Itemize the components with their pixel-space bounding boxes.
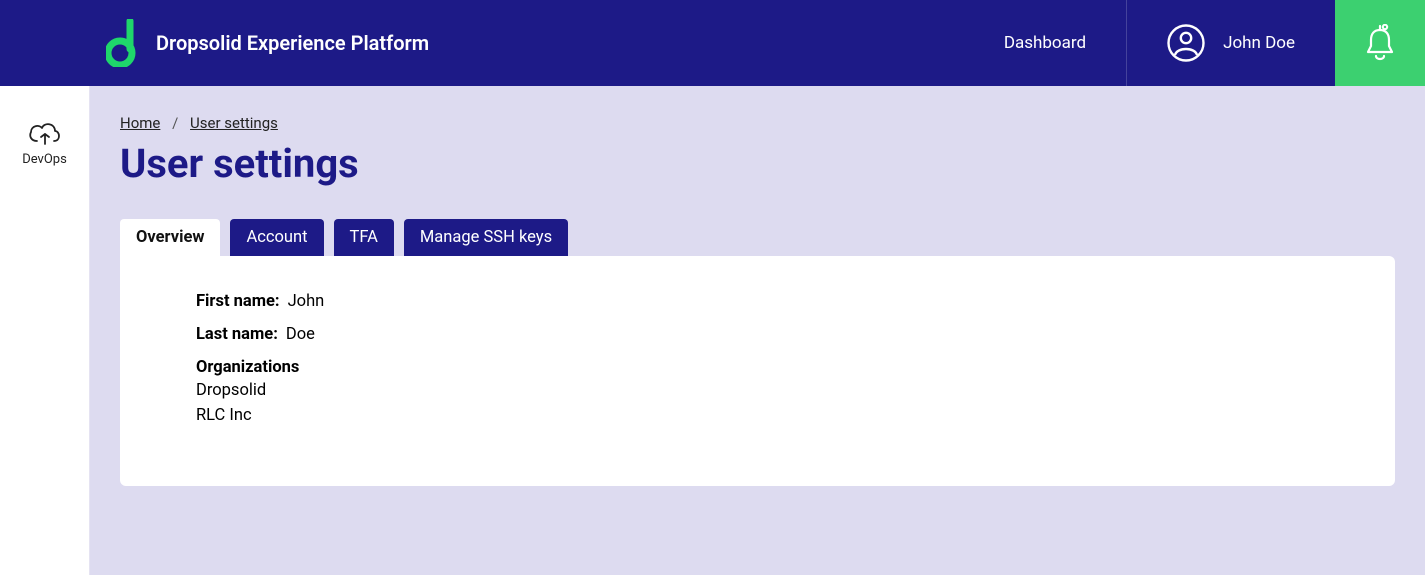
user-avatar-icon <box>1167 24 1205 62</box>
tab-overview[interactable]: Overview <box>120 219 220 256</box>
breadcrumb-current[interactable]: User settings <box>190 114 278 132</box>
overview-panel: First name: John Last name: Doe Organiza… <box>120 256 1395 486</box>
tab-account[interactable]: Account <box>230 219 323 256</box>
sidebar: DevOps <box>0 86 90 575</box>
header-left: Dropsolid Experience Platform <box>0 19 1004 67</box>
last-name-row: Last name: Doe <box>196 325 1319 344</box>
organization-item: RLC Inc <box>196 404 1319 429</box>
dropsolid-logo-icon <box>106 19 140 67</box>
first-name-label: First name: <box>196 292 280 311</box>
first-name-row: First name: John <box>196 292 1319 311</box>
body: DevOps Home / User settings User setting… <box>0 86 1425 575</box>
first-name-value: John <box>288 292 325 311</box>
organizations-label: Organizations <box>196 358 1319 377</box>
tab-label: TFA <box>350 228 378 247</box>
bell-icon <box>1363 24 1397 62</box>
cloud-upload-icon <box>27 120 63 146</box>
organization-item: Dropsolid <box>196 379 1319 404</box>
logo[interactable]: Dropsolid Experience Platform <box>106 19 429 67</box>
user-menu[interactable]: John Doe <box>1126 0 1335 86</box>
tab-tfa[interactable]: TFA <box>334 219 394 256</box>
organizations-block: Organizations Dropsolid RLC Inc <box>196 358 1319 429</box>
tab-label: Manage SSH keys <box>420 228 552 247</box>
tab-label: Account <box>246 228 307 247</box>
dashboard-label: Dashboard <box>1004 33 1086 53</box>
breadcrumb: Home / User settings <box>120 114 1395 132</box>
notifications-button[interactable] <box>1335 0 1425 86</box>
breadcrumb-separator: / <box>172 114 178 132</box>
main-content: Home / User settings User settings Overv… <box>90 86 1425 575</box>
tab-manage-ssh-keys[interactable]: Manage SSH keys <box>404 219 568 256</box>
breadcrumb-home[interactable]: Home <box>120 114 160 132</box>
dashboard-link[interactable]: Dashboard <box>1004 33 1126 53</box>
page-title: User settings <box>120 140 1395 187</box>
sidebar-item-devops[interactable]: DevOps <box>22 120 67 167</box>
sidebar-item-label: DevOps <box>22 152 67 167</box>
app-header: Dropsolid Experience Platform Dashboard … <box>0 0 1425 86</box>
platform-name: Dropsolid Experience Platform <box>156 31 429 55</box>
last-name-label: Last name: <box>196 325 278 344</box>
tabs: Overview Account TFA Manage SSH keys <box>120 219 1395 256</box>
tab-label: Overview <box>136 228 204 247</box>
last-name-value: Doe <box>286 325 315 344</box>
user-name: John Doe <box>1223 33 1295 53</box>
